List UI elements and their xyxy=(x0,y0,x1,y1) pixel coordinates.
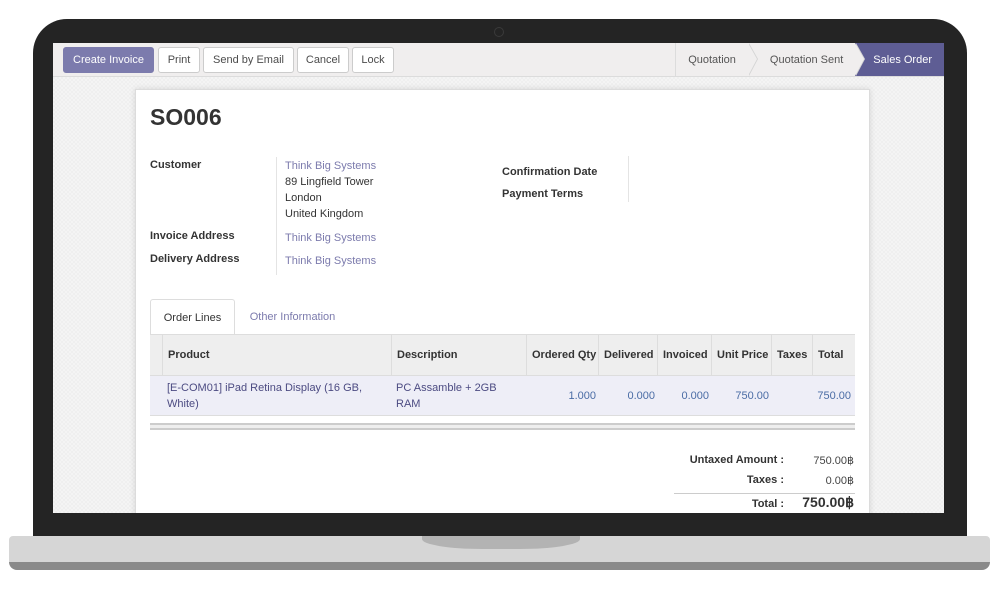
stage-label: Sales Order xyxy=(873,53,932,66)
column-total[interactable]: Total xyxy=(812,335,855,375)
send-by-email-button[interactable]: Send by Email xyxy=(203,47,294,73)
stage-quotation-sent[interactable]: Quotation Sent xyxy=(747,43,866,76)
stage-sales-order[interactable]: Sales Order xyxy=(855,43,944,76)
invoice-address-label: Invoice Address xyxy=(150,230,235,242)
customer-label: Customer xyxy=(150,159,202,171)
base-bottom xyxy=(9,562,990,570)
confirmation-date-label: Confirmation Date xyxy=(502,166,598,178)
table-header: Product Description Ordered Qty Delivere… xyxy=(150,334,855,376)
delivery-address-link[interactable]: Think Big Systems xyxy=(285,253,376,269)
stage-label: Quotation xyxy=(688,53,736,66)
column-delivered[interactable]: Delivered xyxy=(598,335,657,375)
column-invoiced[interactable]: Invoiced xyxy=(657,335,711,375)
cell-product[interactable]: [E-COM01] iPad Retina Display (16 GB, Wh… xyxy=(167,376,382,416)
stage-quotation[interactable]: Quotation xyxy=(675,43,758,76)
cell-description[interactable]: PC Assamble + 2GB RAM xyxy=(396,376,521,416)
cancel-button[interactable]: Cancel xyxy=(297,47,349,73)
page-title: SO006 xyxy=(150,104,222,130)
tab-other-information[interactable]: Other Information xyxy=(240,299,345,334)
column-product[interactable]: Product xyxy=(162,335,391,375)
table-row[interactable]: [E-COM01] iPad Retina Display (16 GB, Wh… xyxy=(150,376,855,416)
cell-ordered-qty[interactable]: 1.000 xyxy=(526,376,596,416)
customer-link[interactable]: Think Big Systems xyxy=(285,158,376,174)
column-ordered-qty[interactable]: Ordered Qty xyxy=(526,335,598,375)
invoice-address-link[interactable]: Think Big Systems xyxy=(285,230,376,246)
form-sheet: SO006 Customer Think Big Systems 89 Ling… xyxy=(135,89,870,513)
total-value: 750.00฿ xyxy=(802,494,854,510)
cell-invoiced[interactable]: 0.000 xyxy=(657,376,709,416)
total-label: Total : xyxy=(751,498,784,510)
print-button[interactable]: Print xyxy=(158,47,200,73)
column-unit-price[interactable]: Unit Price xyxy=(711,335,771,375)
cell-taxes[interactable] xyxy=(771,376,810,416)
lock-button[interactable]: Lock xyxy=(352,47,394,73)
untaxed-amount-label: Untaxed Amount : xyxy=(689,454,784,466)
tab-order-lines[interactable]: Order Lines xyxy=(150,299,235,335)
control-panel: Create Invoice Print Send by Email Cance… xyxy=(53,43,944,77)
stage-label: Quotation Sent xyxy=(769,53,844,66)
column-taxes[interactable]: Taxes xyxy=(771,335,812,375)
divider xyxy=(628,156,629,202)
payment-terms-label: Payment Terms xyxy=(502,188,584,200)
cell-delivered[interactable]: 0.000 xyxy=(598,376,655,416)
cell-total[interactable]: 750.00 xyxy=(812,376,851,416)
customer-address-line: London xyxy=(285,192,322,204)
camera-icon xyxy=(494,27,504,37)
table-footer xyxy=(150,423,855,430)
untaxed-amount-value: 750.00฿ xyxy=(813,455,854,467)
screen: Create Invoice Print Send by Email Cance… xyxy=(53,43,944,513)
laptop-base xyxy=(9,536,990,570)
taxes-label: Taxes : xyxy=(746,474,784,486)
delivery-address-label: Delivery Address xyxy=(150,253,240,265)
column-description[interactable]: Description xyxy=(391,335,526,375)
taxes-value: 0.00฿ xyxy=(825,475,854,487)
create-invoice-button[interactable]: Create Invoice xyxy=(63,47,154,73)
cell-unit-price[interactable]: 750.00 xyxy=(711,376,769,416)
customer-address-line: 89 Lingfield Tower xyxy=(285,176,374,188)
divider xyxy=(276,157,277,275)
status-bar: Quotation Quotation Sent Sales Order xyxy=(675,43,944,76)
customer-address-line: United Kingdom xyxy=(285,208,364,220)
